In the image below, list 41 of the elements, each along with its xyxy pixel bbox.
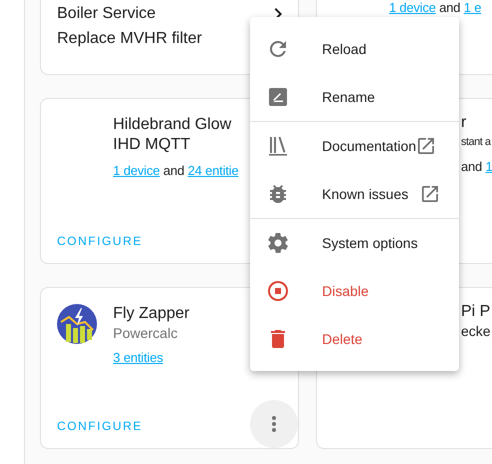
more-icon (272, 416, 276, 432)
stop-icon (266, 279, 290, 303)
configure-button[interactable]: CONFIGURE (57, 418, 142, 433)
menu-item-label: Reload (322, 40, 366, 58)
entity-link[interactable]: 1 e (464, 0, 482, 15)
menu-item[interactable]: Reload (250, 25, 459, 73)
menu-item-label: Known issues (322, 184, 408, 204)
integration-subtitle: ecke (461, 322, 492, 340)
menu-item[interactable]: Known issues (250, 170, 459, 218)
integration-subtitle: stant a (461, 135, 492, 150)
menu-item-label: Documentation (322, 136, 416, 156)
link-joiner-text: and (163, 163, 184, 178)
bar-chart-logo-icon (57, 304, 97, 344)
menu-item[interactable]: Rename (250, 73, 459, 121)
menu-item[interactable]: Delete (250, 315, 459, 363)
list-item-text[interactable]: Boiler Service (57, 4, 156, 24)
integration-title: Fly Zapper (113, 304, 190, 324)
entity-link[interactable]: 1 device (389, 0, 436, 15)
configure-button[interactable]: CONFIGURE (57, 234, 142, 248)
pencil-icon (266, 85, 290, 109)
menu-item-label: Rename (322, 88, 375, 106)
list-item-text[interactable]: Replace MVHR filter (57, 28, 202, 48)
books-icon (266, 134, 290, 158)
menu-item[interactable]: Documentation (250, 122, 459, 170)
link-joiner-text: and (461, 159, 482, 174)
more-options-button[interactable] (250, 400, 298, 448)
integration-title: Hildebrand Glow IHD MQTT (113, 115, 232, 155)
integration-title: r (461, 113, 468, 133)
entity-link[interactable]: 3 entities (113, 350, 164, 365)
integration-title: Pi P (461, 302, 492, 322)
menu-item-label: System options (322, 234, 418, 253)
link-joiner-text: and (439, 0, 460, 15)
settings-icon (266, 231, 290, 255)
integration-subtitle: Powercalc (113, 324, 179, 342)
menu-item-label: Delete (322, 330, 362, 348)
menu-item-label: Disable (322, 282, 369, 300)
entity-link[interactable]: 24 entitie (188, 163, 239, 178)
menu-item[interactable]: Disable (250, 267, 459, 315)
entity-link[interactable]: 1 (486, 159, 492, 174)
entity-link[interactable]: 1 device (113, 163, 160, 178)
menu-item[interactable]: System options (250, 219, 459, 267)
